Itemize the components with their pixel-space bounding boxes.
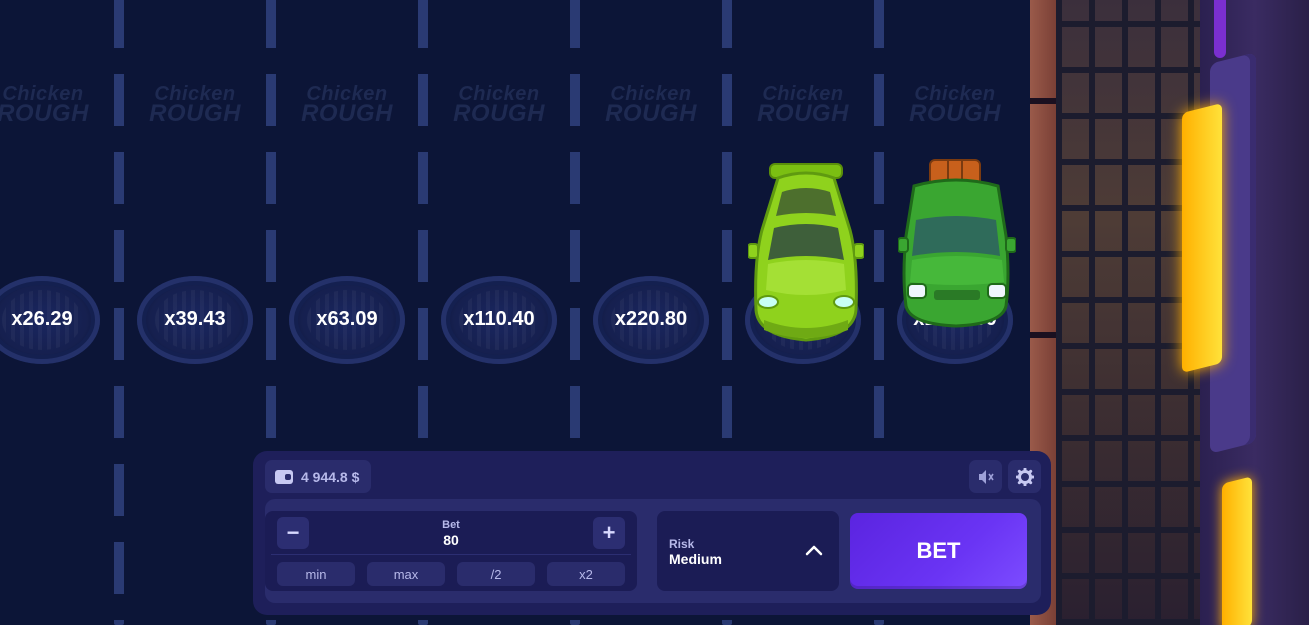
lane-watermark: Chicken ROUGH bbox=[453, 83, 545, 127]
increase-bet-button[interactable]: + bbox=[593, 517, 625, 549]
risk-label: Risk bbox=[669, 537, 695, 551]
neon-light bbox=[1222, 476, 1252, 625]
suv-car-green bbox=[898, 159, 1016, 328]
neon-drip-decoration bbox=[1214, 0, 1226, 58]
sports-car-lime bbox=[748, 163, 864, 342]
settings-button[interactable] bbox=[1008, 460, 1041, 493]
multiplier-label: x63.09 bbox=[316, 308, 378, 330]
bet-amount-box: − Bet 80 + min max /2 x2 bbox=[265, 511, 637, 591]
bet-label: Bet bbox=[442, 519, 460, 531]
multiplier-label: x26.29 bbox=[11, 308, 73, 330]
lane-watermark: Chicken ROUGH bbox=[149, 83, 241, 127]
wallet-icon bbox=[275, 469, 293, 484]
bet-half-button[interactable]: /2 bbox=[457, 562, 535, 586]
chevron-up-icon bbox=[805, 545, 823, 556]
balance-amount: 4 944.8 $ bbox=[301, 468, 360, 485]
control-panel: 4 944.8 $ − Bet 80 + min max /2 x2 Risk … bbox=[253, 451, 1051, 615]
multiplier-label: x220.80 bbox=[614, 308, 688, 330]
bet-max-button[interactable]: max bbox=[367, 562, 445, 586]
risk-selector[interactable]: Risk Medium bbox=[657, 511, 839, 591]
lane-watermark: Chicken ROUGH bbox=[909, 83, 1001, 127]
lane-watermark: Chicken ROUGH bbox=[301, 83, 393, 127]
neon-light bbox=[1182, 103, 1222, 373]
gear-icon bbox=[1015, 467, 1034, 486]
lane-watermark: Chicken ROUGH bbox=[0, 83, 89, 127]
divider bbox=[271, 554, 631, 555]
multiplier-label: x110.40 bbox=[463, 308, 535, 330]
sound-toggle-button[interactable] bbox=[969, 460, 1002, 493]
lane-watermark: Chicken ROUGH bbox=[605, 83, 697, 127]
speaker-muted-icon bbox=[978, 469, 994, 484]
lane-watermark: Chicken ROUGH bbox=[757, 83, 849, 127]
risk-value: Medium bbox=[669, 551, 722, 567]
balance-display: 4 944.8 $ bbox=[265, 460, 371, 493]
bet-amount-input[interactable]: 80 bbox=[265, 532, 637, 548]
lane-line bbox=[114, 0, 124, 625]
bet-min-button[interactable]: min bbox=[277, 562, 355, 586]
bet-button[interactable]: BET bbox=[850, 513, 1027, 589]
multiplier-label: x39.43 bbox=[164, 308, 226, 330]
bet-double-button[interactable]: x2 bbox=[547, 562, 625, 586]
